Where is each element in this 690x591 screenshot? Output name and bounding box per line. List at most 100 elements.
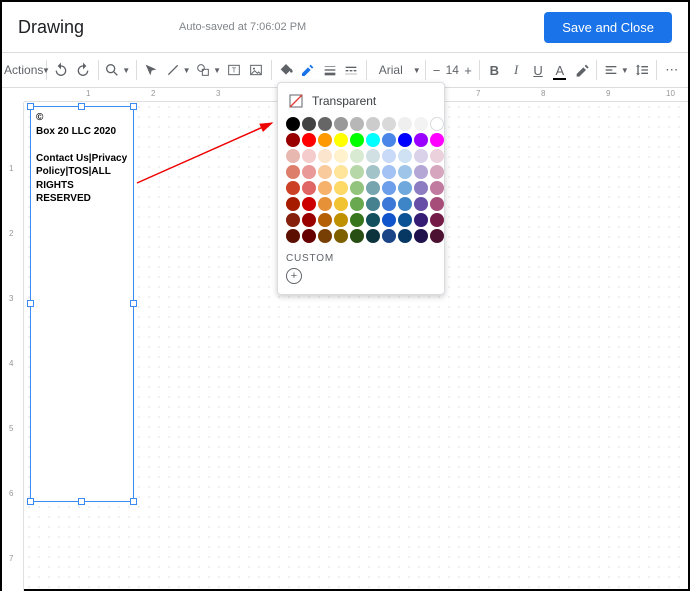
resize-handle[interactable] — [130, 300, 137, 307]
color-swatch[interactable] — [398, 197, 412, 211]
select-tool-button[interactable] — [141, 58, 162, 82]
resize-handle[interactable] — [27, 498, 34, 505]
color-swatch[interactable] — [302, 165, 316, 179]
color-swatch[interactable] — [318, 213, 332, 227]
actions-menu-button[interactable]: Actions▼ — [8, 58, 42, 82]
color-swatch[interactable] — [286, 117, 300, 131]
color-swatch[interactable] — [366, 197, 380, 211]
color-swatch[interactable] — [430, 149, 444, 163]
color-swatch[interactable] — [286, 165, 300, 179]
color-swatch[interactable] — [430, 197, 444, 211]
transparent-option[interactable]: Transparent — [286, 89, 436, 115]
color-swatch[interactable] — [430, 165, 444, 179]
color-swatch[interactable] — [414, 197, 428, 211]
color-swatch[interactable] — [302, 149, 316, 163]
resize-handle[interactable] — [27, 300, 34, 307]
color-swatch[interactable] — [366, 165, 380, 179]
color-swatch[interactable] — [286, 213, 300, 227]
italic-button[interactable]: I — [506, 58, 527, 82]
add-custom-color-button[interactable]: + — [286, 268, 302, 284]
color-swatch[interactable] — [302, 117, 316, 131]
textbox-tool-button[interactable]: T — [224, 58, 245, 82]
color-swatch[interactable] — [350, 181, 364, 195]
color-swatch[interactable] — [350, 133, 364, 147]
border-color-button[interactable] — [297, 58, 318, 82]
color-swatch[interactable] — [286, 149, 300, 163]
resize-handle[interactable] — [78, 498, 85, 505]
line-spacing-button[interactable] — [632, 58, 653, 82]
color-swatch[interactable] — [350, 149, 364, 163]
color-swatch[interactable] — [334, 133, 348, 147]
color-swatch[interactable] — [286, 197, 300, 211]
color-swatch[interactable] — [302, 133, 316, 147]
text-color-button[interactable]: A — [549, 58, 570, 82]
color-swatch[interactable] — [382, 213, 396, 227]
color-swatch[interactable] — [318, 117, 332, 131]
color-swatch[interactable] — [334, 213, 348, 227]
color-swatch[interactable] — [382, 165, 396, 179]
color-swatch[interactable] — [334, 229, 348, 243]
color-swatch[interactable] — [398, 165, 412, 179]
image-tool-button[interactable] — [246, 58, 267, 82]
color-swatch[interactable] — [382, 149, 396, 163]
font-size-decrease-button[interactable]: − — [430, 58, 444, 82]
color-swatch[interactable] — [302, 181, 316, 195]
resize-handle[interactable] — [27, 103, 34, 110]
color-swatch[interactable] — [318, 149, 332, 163]
resize-handle[interactable] — [130, 498, 137, 505]
color-swatch[interactable] — [318, 181, 332, 195]
font-size-value[interactable]: 14 — [444, 63, 460, 77]
color-swatch[interactable] — [350, 197, 364, 211]
color-swatch[interactable] — [414, 149, 428, 163]
color-swatch[interactable] — [414, 213, 428, 227]
color-swatch[interactable] — [366, 181, 380, 195]
color-swatch[interactable] — [382, 181, 396, 195]
border-dash-button[interactable] — [341, 58, 362, 82]
font-size-increase-button[interactable]: + — [461, 58, 475, 82]
color-swatch[interactable] — [366, 117, 380, 131]
color-swatch[interactable] — [318, 229, 332, 243]
color-swatch[interactable] — [318, 133, 332, 147]
color-swatch[interactable] — [382, 197, 396, 211]
color-swatch[interactable] — [430, 117, 444, 131]
border-weight-button[interactable] — [319, 58, 340, 82]
color-swatch[interactable] — [286, 229, 300, 243]
color-swatch[interactable] — [430, 213, 444, 227]
color-swatch[interactable] — [398, 181, 412, 195]
highlight-color-button[interactable] — [571, 58, 592, 82]
font-family-button[interactable]: Arial▼ — [371, 58, 421, 82]
color-swatch[interactable] — [334, 181, 348, 195]
color-swatch[interactable] — [302, 197, 316, 211]
color-swatch[interactable] — [286, 181, 300, 195]
color-swatch[interactable] — [414, 117, 428, 131]
zoom-button[interactable]: ▼ — [102, 58, 132, 82]
color-swatch[interactable] — [382, 117, 396, 131]
fill-color-button[interactable] — [275, 58, 296, 82]
color-swatch[interactable] — [334, 149, 348, 163]
color-swatch[interactable] — [350, 229, 364, 243]
color-swatch[interactable] — [398, 149, 412, 163]
color-swatch[interactable] — [318, 165, 332, 179]
color-swatch[interactable] — [302, 229, 316, 243]
undo-button[interactable] — [51, 58, 72, 82]
color-swatch[interactable] — [302, 213, 316, 227]
color-swatch[interactable] — [398, 117, 412, 131]
save-and-close-button[interactable]: Save and Close — [544, 12, 672, 43]
color-swatch[interactable] — [430, 181, 444, 195]
underline-button[interactable]: U — [528, 58, 549, 82]
color-swatch[interactable] — [334, 165, 348, 179]
color-swatch[interactable] — [366, 213, 380, 227]
color-swatch[interactable] — [398, 229, 412, 243]
resize-handle[interactable] — [78, 103, 85, 110]
align-button[interactable]: ▼ — [601, 58, 631, 82]
color-swatch[interactable] — [382, 229, 396, 243]
color-swatch[interactable] — [334, 197, 348, 211]
color-swatch[interactable] — [350, 165, 364, 179]
color-swatch[interactable] — [382, 133, 396, 147]
color-swatch[interactable] — [318, 197, 332, 211]
color-swatch[interactable] — [366, 149, 380, 163]
color-swatch[interactable] — [398, 213, 412, 227]
color-swatch[interactable] — [350, 117, 364, 131]
text-box-content[interactable]: © Box 20 LLC 2020 Contact Us|Privacy Pol… — [31, 107, 133, 210]
color-swatch[interactable] — [334, 117, 348, 131]
